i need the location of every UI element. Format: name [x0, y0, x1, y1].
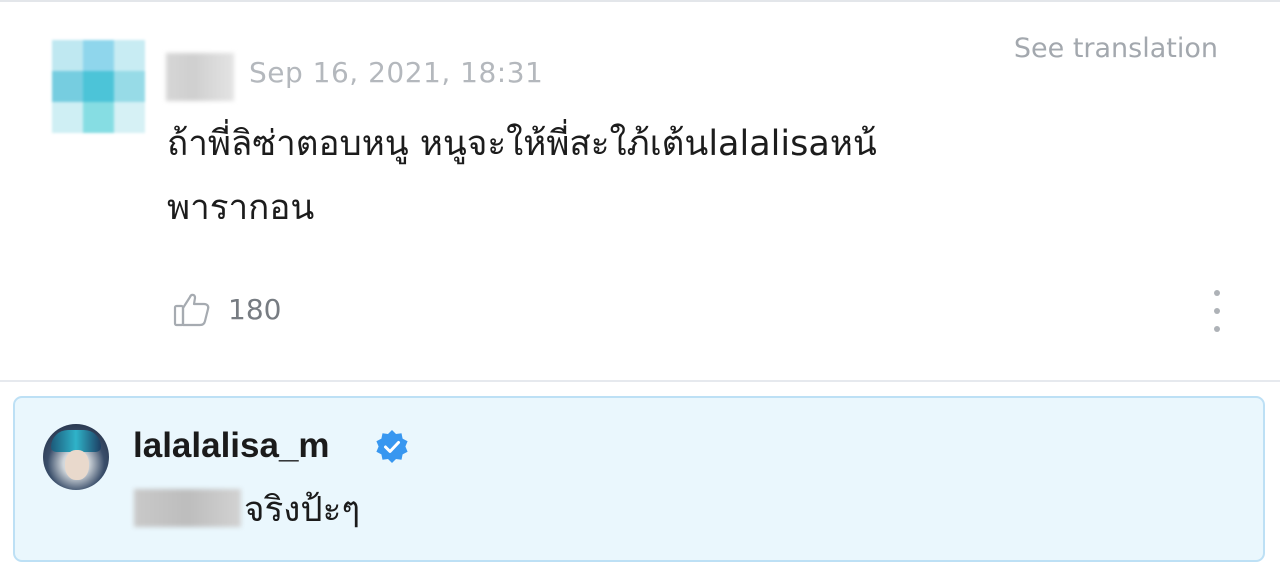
section-divider [0, 380, 1280, 382]
comment-text-line: พารากอน [167, 188, 315, 228]
reply-text: จริงป้ะๆ [244, 490, 361, 530]
like-count: 180 [228, 292, 282, 326]
comment-item: Sep 16, 2021, 18:31 See translation ถ้าพ… [0, 0, 1280, 380]
more-dot [1214, 290, 1220, 296]
reply-avatar[interactable] [43, 424, 109, 490]
blurred-mention[interactable] [134, 489, 241, 527]
reply-username[interactable]: lalalalisa_m [133, 426, 330, 466]
blurred-avatar[interactable] [52, 40, 145, 133]
comment-timestamp: Sep 16, 2021, 18:31 [249, 56, 544, 89]
see-translation-link[interactable]: See translation [1014, 33, 1218, 64]
comment-text: ถ้าพี่ลิซ่าตอบหนู หนูจะให้พี่สะใภ้เต้นla… [167, 112, 997, 240]
more-options-button[interactable] [1203, 290, 1231, 332]
avatar-hat [51, 430, 101, 452]
more-dot [1214, 326, 1220, 332]
thumbs-up-icon [172, 289, 212, 329]
blurred-username[interactable] [166, 53, 234, 101]
avatar-face [65, 450, 89, 480]
creator-reply: lalalalisa_m จริงป้ะๆ [13, 396, 1265, 562]
like-button[interactable]: 180 [172, 288, 281, 330]
comment-text-line: ถ้าพี่ลิซ่าตอบหนู หนูจะให้พี่สะใภ้เต้นla… [167, 124, 877, 164]
more-dot [1214, 308, 1220, 314]
verified-badge-icon [374, 429, 410, 465]
